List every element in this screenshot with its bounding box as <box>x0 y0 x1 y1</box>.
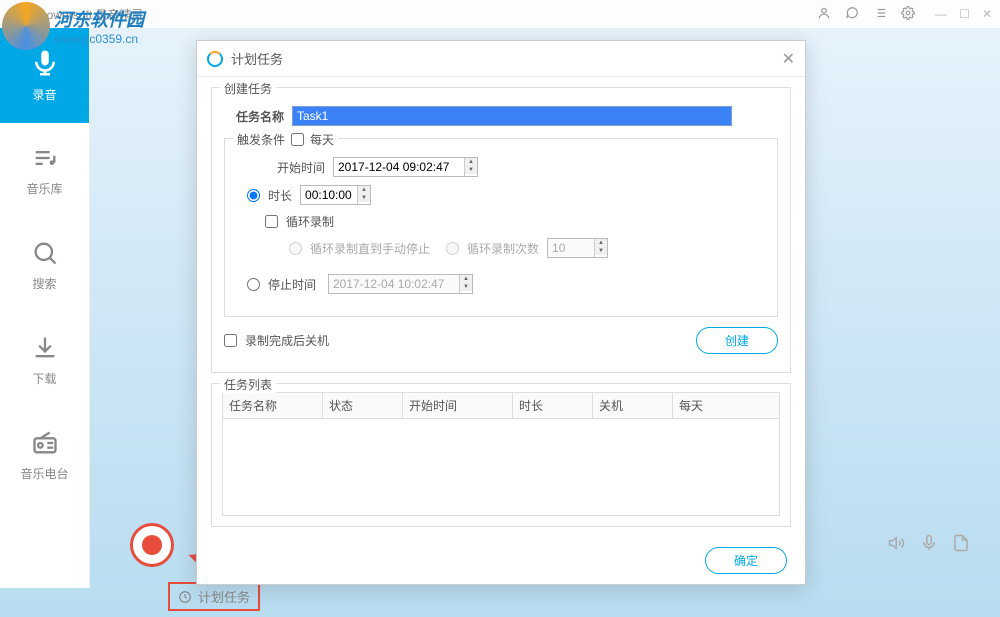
window-controls: — ☐ ✕ <box>935 7 992 21</box>
list-icon[interactable] <box>873 6 887 23</box>
stop-time-label: 停止时间 <box>268 276 320 293</box>
spinner-up: ▲ <box>460 275 472 283</box>
watermark-title: 河东软件园 <box>54 6 144 32</box>
dialog-close-button[interactable]: ✕ <box>782 49 795 69</box>
sidebar-label: 下载 <box>32 370 56 387</box>
record-button[interactable] <box>130 523 174 567</box>
watermark-url: www.pc0359.cn <box>54 32 144 46</box>
create-task-legend: 创建任务 <box>220 80 276 97</box>
col-start: 开始时间 <box>403 393 513 418</box>
spinner-up[interactable]: ▲ <box>465 158 477 166</box>
stop-time-radio[interactable] <box>247 278 260 291</box>
clock-icon <box>178 590 192 604</box>
task-list-body[interactable] <box>222 419 780 516</box>
ok-button[interactable]: 确定 <box>705 547 787 574</box>
loop-count-label: 循环录制次数 <box>467 240 539 257</box>
col-name: 任务名称 <box>223 393 323 418</box>
col-status: 状态 <box>323 393 403 418</box>
file-icon[interactable] <box>952 534 970 557</box>
sidebar: 录音 音乐库 搜索 下载 音乐电台 <box>0 28 90 588</box>
loop-until-stop-label: 循环录制直到手动停止 <box>310 240 430 257</box>
duration-label: 时长 <box>268 187 292 204</box>
titlebar: Apowersoft 录音精灵 — ☐ ✕ <box>0 0 1000 28</box>
sidebar-label: 搜索 <box>32 275 56 292</box>
speaker-icon[interactable] <box>888 534 906 557</box>
spinner-down[interactable]: ▼ <box>358 194 370 202</box>
stop-time-input <box>329 275 459 293</box>
trigger-section: 触发条件 每天 开始时间 ▲▼ 时长 <box>224 138 778 317</box>
task-name-label: 任务名称 <box>224 108 284 125</box>
trigger-label: 触发条件 <box>237 131 285 148</box>
duration-radio[interactable] <box>247 189 260 202</box>
user-icon[interactable] <box>817 6 831 23</box>
daily-label: 每天 <box>310 131 334 148</box>
sidebar-item-search[interactable]: 搜索 <box>0 218 89 313</box>
spinner-down: ▼ <box>595 247 607 255</box>
schedule-dialog: 计划任务 ✕ 创建任务 任务名称 触发条件 每天 <box>196 40 806 585</box>
task-name-input[interactable] <box>292 106 732 126</box>
maximize-icon[interactable]: ☐ <box>959 7 970 21</box>
start-time-input[interactable] <box>334 158 464 176</box>
loop-record-checkbox[interactable] <box>265 215 278 228</box>
schedule-label: 计划任务 <box>198 587 250 606</box>
watermark-logo-icon <box>2 2 50 50</box>
loop-count-radio <box>446 242 459 255</box>
col-duration: 时长 <box>513 393 593 418</box>
minimize-icon[interactable]: — <box>935 7 947 21</box>
sidebar-item-library[interactable]: 音乐库 <box>0 123 89 218</box>
daily-checkbox[interactable] <box>291 133 304 146</box>
dialog-title: 计划任务 <box>231 49 283 68</box>
spinner-up: ▲ <box>595 239 607 247</box>
loop-record-label: 循环录制 <box>286 213 334 230</box>
titlebar-actions <box>817 6 915 23</box>
close-icon[interactable]: ✕ <box>982 7 992 21</box>
task-list-header: 任务名称 状态 开始时间 时长 关机 每天 <box>222 392 780 419</box>
sidebar-label: 音乐电台 <box>20 465 68 482</box>
duration-input[interactable] <box>301 186 357 204</box>
spinner-up[interactable]: ▲ <box>358 186 370 194</box>
loop-count-input <box>548 239 594 257</box>
task-list-legend: 任务列表 <box>220 376 276 393</box>
loop-until-stop-radio <box>289 242 302 255</box>
create-task-section: 创建任务 任务名称 触发条件 每天 开始时间 <box>211 87 791 373</box>
shutdown-checkbox[interactable] <box>224 334 237 347</box>
mic-status-icon[interactable] <box>920 534 938 557</box>
create-button[interactable]: 创建 <box>696 327 778 354</box>
dialog-logo-icon <box>207 51 223 67</box>
shutdown-label: 录制完成后关机 <box>245 332 329 349</box>
sidebar-item-download[interactable]: 下载 <box>0 313 89 408</box>
spinner-down[interactable]: ▼ <box>465 166 477 174</box>
radio-icon <box>31 429 59 457</box>
bottom-status-icons <box>888 534 970 557</box>
sidebar-label: 录音 <box>32 86 56 103</box>
download-icon <box>31 334 59 362</box>
start-time-label: 开始时间 <box>265 159 325 176</box>
search-icon <box>31 239 59 267</box>
mic-icon <box>30 48 60 78</box>
schedule-task-button[interactable]: 计划任务 <box>168 582 260 611</box>
dialog-header: 计划任务 ✕ <box>197 41 805 77</box>
col-shutdown: 关机 <box>593 393 673 418</box>
settings-icon[interactable] <box>901 6 915 23</box>
sidebar-label: 音乐库 <box>26 180 62 197</box>
watermark: 河东软件园 www.pc0359.cn <box>2 2 144 50</box>
app-title: Apowersoft 录音精灵 <box>32 6 817 23</box>
sidebar-item-radio[interactable]: 音乐电台 <box>0 408 89 503</box>
library-icon <box>31 144 59 172</box>
feedback-icon[interactable] <box>845 6 859 23</box>
main-window: Apowersoft 录音精灵 — ☐ ✕ 录音 <box>0 0 1000 617</box>
task-list-section: 任务列表 任务名称 状态 开始时间 时长 关机 每天 <box>211 383 791 527</box>
spinner-down: ▼ <box>460 283 472 291</box>
col-daily: 每天 <box>673 393 779 418</box>
